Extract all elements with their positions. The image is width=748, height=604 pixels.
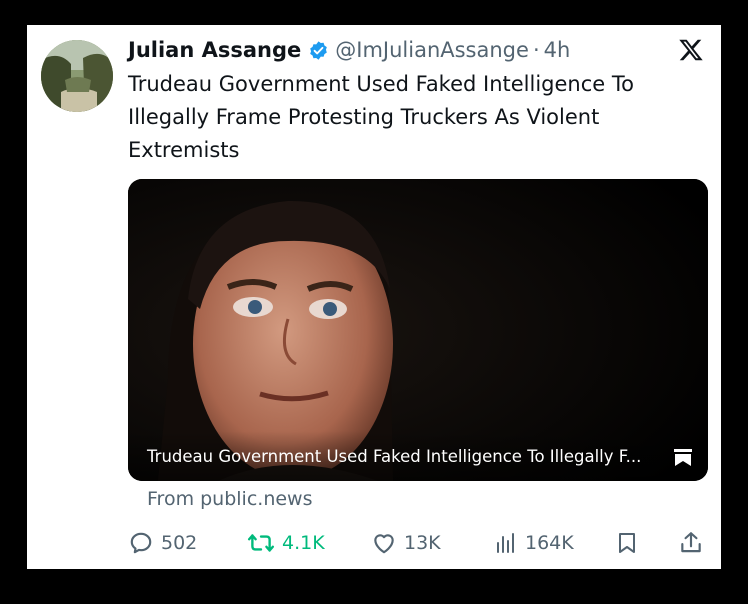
like-count: 13K	[404, 532, 441, 554]
article-icon	[674, 449, 692, 466]
author-handle[interactable]: @ImJulianAssange	[335, 38, 529, 62]
tweet-header: Julian Assange @ImJulianAssange · 4h	[128, 35, 570, 65]
views-button[interactable]: 164K	[494, 528, 574, 558]
retweet-icon	[247, 534, 275, 552]
timestamp[interactable]: 4h	[544, 38, 571, 62]
avatar[interactable]	[41, 40, 113, 112]
like-button[interactable]: 13K	[371, 528, 441, 558]
like-icon	[374, 534, 394, 554]
share-button[interactable]	[678, 528, 711, 558]
x-logo-icon	[679, 39, 703, 61]
link-card-media[interactable]: Trudeau Government Used Faked Intelligen…	[128, 179, 708, 481]
retweet-button[interactable]: 4.1K	[247, 528, 325, 558]
share-icon	[681, 532, 701, 553]
views-icon	[497, 533, 514, 553]
reply-count: 502	[161, 532, 198, 554]
link-source[interactable]: From public.news	[147, 488, 313, 510]
tweet-text: Trudeau Government Used Faked Intelligen…	[128, 72, 634, 162]
tweet-card[interactable]: Julian Assange @ImJulianAssange · 4h Tru…	[27, 25, 721, 569]
retweet-count: 4.1K	[282, 532, 325, 554]
link-card-caption[interactable]: Trudeau Government Used Faked Intelligen…	[147, 447, 641, 466]
reply-button[interactable]: 502	[128, 528, 197, 558]
views-count: 164K	[525, 532, 574, 554]
author-name[interactable]: Julian Assange	[128, 38, 301, 62]
bookmark-icon	[619, 533, 635, 553]
action-bar: 502 4.1K 13K 164K	[128, 528, 708, 558]
reply-icon	[130, 532, 152, 554]
verified-badge-icon	[310, 40, 328, 60]
bookmark-button[interactable]	[615, 528, 646, 558]
separator-dot: ·	[532, 38, 540, 62]
